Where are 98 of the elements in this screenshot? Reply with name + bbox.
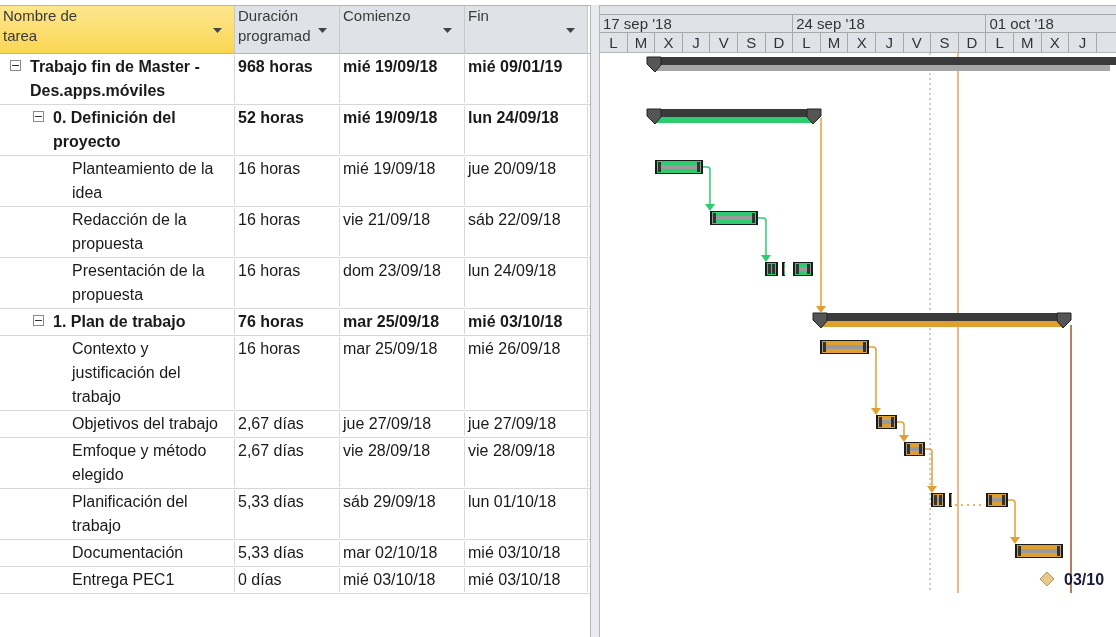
end-date-cell: lun 01/10/18 bbox=[468, 493, 557, 510]
task-name: Planificación del trabajo bbox=[72, 492, 189, 536]
duration-cell: 16 horas bbox=[238, 262, 301, 279]
task-bar[interactable] bbox=[820, 340, 869, 354]
column-header[interactable]: Duración programad bbox=[235, 6, 340, 53]
end-date-cell: mié 26/09/18 bbox=[468, 340, 561, 357]
duration-cell: 2,67 días bbox=[238, 442, 304, 459]
start-date-cell: dom 23/09/18 bbox=[343, 262, 441, 279]
task-bar[interactable] bbox=[931, 493, 1008, 507]
day-label: J bbox=[1078, 33, 1087, 53]
duration-cell: 52 horas bbox=[238, 109, 304, 126]
end-date-cell: mié 03/10/18 bbox=[468, 544, 561, 561]
milestone-diamond-icon[interactable] bbox=[1039, 571, 1055, 587]
task-bar[interactable] bbox=[1015, 544, 1063, 558]
start-date-cell: jue 27/09/18 bbox=[343, 415, 432, 432]
day-label: V bbox=[911, 33, 922, 53]
caret-down-icon[interactable] bbox=[213, 28, 222, 33]
caret-down-icon[interactable] bbox=[318, 28, 327, 33]
task-name: Emfoque y método elegido bbox=[72, 441, 208, 485]
end-date-cell: vie 28/09/18 bbox=[468, 442, 556, 459]
start-date-cell: vie 28/09/18 bbox=[343, 442, 431, 459]
column-header[interactable]: Comienzo bbox=[340, 6, 465, 53]
duration-cell: 968 horas bbox=[238, 58, 313, 75]
day-label: S bbox=[939, 33, 950, 53]
start-date-cell: vie 21/09/18 bbox=[343, 211, 431, 228]
day-label: J bbox=[885, 33, 893, 53]
start-date-cell: mié 03/10/18 bbox=[343, 571, 436, 588]
day-label: X bbox=[856, 33, 867, 53]
duration-cell: 5,33 días bbox=[238, 493, 304, 510]
start-date-cell: mar 25/09/18 bbox=[343, 340, 438, 357]
task-name: 1. Plan de trabajo bbox=[53, 312, 186, 332]
start-date-cell: mié 19/09/18 bbox=[343, 160, 436, 177]
task-name: Trabajo fin de Master - Des.apps.móviles bbox=[30, 57, 201, 101]
link-arrow bbox=[702, 166, 715, 211]
day-label: M bbox=[634, 33, 648, 53]
column-header[interactable]: Nombre de tarea bbox=[0, 6, 235, 53]
day-label: L bbox=[995, 33, 1004, 53]
summary-bar[interactable] bbox=[646, 56, 1116, 73]
duration-cell: 0 días bbox=[238, 571, 282, 588]
week-label: 24 sep '18 bbox=[796, 15, 865, 32]
end-date-cell: mié 09/01/19 bbox=[468, 58, 563, 75]
duration-cell: 16 horas bbox=[238, 160, 301, 177]
task-name: Documentación bbox=[72, 543, 184, 563]
week-label: 17 sep '18 bbox=[603, 15, 672, 32]
duration-cell: 16 horas bbox=[238, 211, 301, 228]
link-arrow bbox=[757, 217, 771, 262]
collapse-icon[interactable] bbox=[10, 60, 21, 71]
day-label: D bbox=[773, 33, 785, 53]
collapse-icon[interactable] bbox=[33, 111, 44, 122]
duration-cell: 76 horas bbox=[238, 313, 304, 330]
day-label: X bbox=[1049, 33, 1060, 53]
link-arrow bbox=[924, 448, 937, 493]
summary-bar[interactable] bbox=[646, 108, 822, 125]
task-name: Entrega PEC1 bbox=[72, 570, 175, 590]
task-bar[interactable] bbox=[876, 415, 897, 429]
week-label: 01 oct '18 bbox=[989, 15, 1054, 32]
end-date-cell: sáb 22/09/18 bbox=[468, 211, 561, 228]
start-date-cell: mar 02/10/18 bbox=[343, 544, 438, 561]
link-arrow bbox=[1007, 499, 1020, 544]
task-name: Presentación de la propuesta bbox=[72, 261, 206, 305]
duration-cell: 5,33 días bbox=[238, 544, 304, 561]
day-label: M bbox=[827, 33, 841, 53]
day-label: M bbox=[1020, 33, 1034, 53]
summary-bar[interactable] bbox=[812, 312, 1072, 329]
link-arrow bbox=[896, 421, 909, 442]
day-label: X bbox=[663, 33, 674, 53]
start-date-cell: mar 25/09/18 bbox=[343, 313, 440, 330]
task-name: Planteamiento de la idea bbox=[72, 159, 215, 203]
link-arrow bbox=[868, 346, 881, 415]
day-label: V bbox=[718, 33, 729, 53]
task-bar[interactable] bbox=[765, 262, 813, 276]
end-date-cell: mié 03/10/18 bbox=[468, 313, 563, 330]
start-date-cell: mié 19/09/18 bbox=[343, 58, 438, 75]
day-label: S bbox=[746, 33, 757, 53]
duration-cell: 16 horas bbox=[238, 340, 301, 357]
end-date-cell: jue 20/09/18 bbox=[468, 160, 557, 177]
day-label: L bbox=[609, 33, 618, 53]
duration-cell: 2,67 días bbox=[238, 415, 304, 432]
end-date-cell: lun 24/09/18 bbox=[468, 109, 559, 126]
start-date-cell: sáb 29/09/18 bbox=[343, 493, 436, 510]
day-label: L bbox=[802, 33, 811, 53]
task-name: Redacción de la propuesta bbox=[72, 210, 188, 254]
task-bar[interactable] bbox=[710, 211, 758, 225]
end-date-cell: lun 24/09/18 bbox=[468, 262, 557, 279]
caret-down-icon[interactable] bbox=[443, 28, 452, 33]
end-date-cell: mié 03/10/18 bbox=[468, 571, 561, 588]
task-name: Objetivos del trabajo bbox=[72, 414, 218, 434]
column-header[interactable]: Fin bbox=[465, 6, 588, 53]
collapse-icon[interactable] bbox=[33, 315, 44, 326]
task-bar[interactable] bbox=[904, 442, 925, 456]
task-name: Contexto y justificación del trabajo bbox=[72, 339, 182, 407]
start-date-cell: mié 19/09/18 bbox=[343, 109, 438, 126]
caret-down-icon[interactable] bbox=[566, 28, 575, 33]
task-name: 0. Definición del proyecto bbox=[53, 108, 177, 152]
task-bar[interactable] bbox=[655, 160, 703, 174]
end-date-cell: jue 27/09/18 bbox=[468, 415, 557, 432]
day-label: J bbox=[692, 33, 700, 53]
day-label: D bbox=[966, 33, 978, 53]
